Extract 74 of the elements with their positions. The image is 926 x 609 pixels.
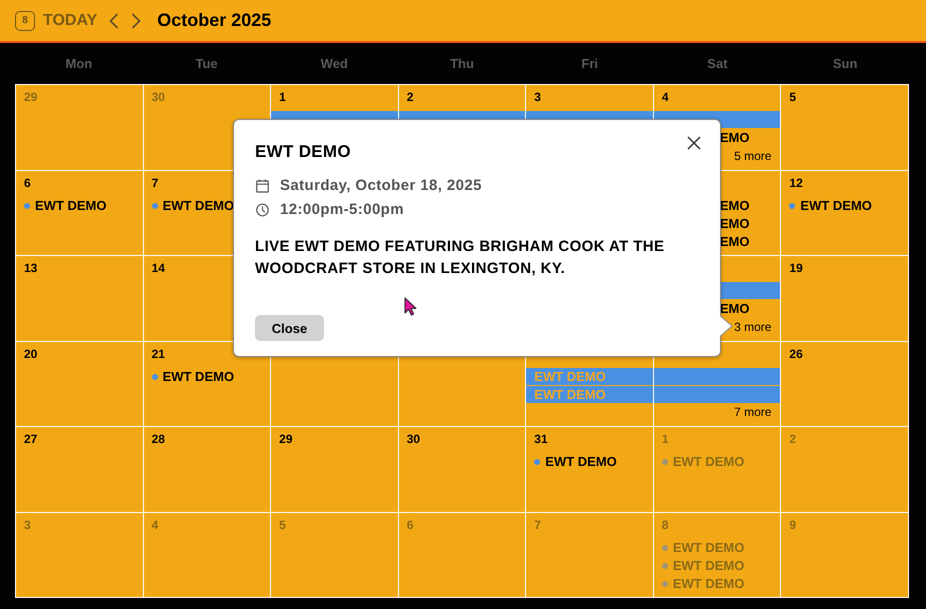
event-dot-icon: [662, 580, 668, 586]
date-badge: 8: [15, 10, 35, 30]
day-number: 21: [152, 346, 165, 360]
event-title[interactable]: EWT DEMO: [35, 198, 106, 214]
next-button[interactable]: [129, 10, 144, 30]
event-title[interactable]: EMO: [720, 198, 750, 214]
weekday-label: Mon: [65, 56, 92, 71]
day-number: 5: [789, 90, 796, 104]
day-number: 6: [24, 176, 31, 190]
mouse-cursor-icon: [404, 297, 417, 316]
event-title[interactable]: EMO: [720, 234, 750, 250]
event-title[interactable]: EWT DEMO: [162, 368, 234, 384]
event-dot-icon: [152, 202, 158, 208]
day-number: 2: [406, 90, 414, 104]
chevron-right-icon: [131, 12, 142, 28]
day-number: 7: [152, 176, 158, 190]
event-time: 12:00pm-5:00pm: [280, 201, 404, 219]
weekday-label: Thu: [450, 56, 474, 71]
event-dot-icon: [662, 459, 668, 465]
event-title[interactable]: EWT DEMO: [545, 454, 617, 470]
day-number: 7: [534, 518, 541, 532]
day-number: 29: [279, 432, 292, 446]
day-number: 5: [279, 518, 286, 532]
day-number: 6: [406, 518, 414, 532]
weekday-label: Sun: [832, 56, 858, 71]
weekday-label: Tue: [195, 56, 218, 71]
event-dot-icon: [662, 562, 668, 568]
event-dot-icon: [789, 202, 796, 208]
day-number: 4: [662, 90, 669, 104]
day-number: 30: [152, 90, 165, 104]
weekday-label: Sat: [707, 56, 728, 71]
event-title[interactable]: EWT DEMO: [800, 198, 872, 214]
event-date: Saturday, October 18, 2025: [280, 177, 482, 195]
weekday-label: Fri: [581, 56, 598, 71]
month-title: October 2025: [157, 10, 272, 31]
event-title[interactable]: EMO: [720, 216, 750, 232]
day-number: 9: [789, 518, 796, 532]
day-number: 30: [406, 432, 420, 446]
day-number: 26: [789, 346, 803, 360]
event-title[interactable]: EMO: [720, 130, 750, 146]
day-number: 1: [662, 432, 669, 446]
popover-close-button[interactable]: [686, 135, 702, 151]
day-number: 13: [24, 261, 38, 275]
event-dot-icon: [152, 374, 158, 380]
day-number: 19: [789, 261, 803, 275]
close-icon: [687, 136, 701, 150]
more-link[interactable]: 7 more: [734, 405, 772, 420]
day-number: 8: [662, 518, 669, 532]
event-dot-icon: [662, 544, 668, 550]
day-number: 29: [24, 90, 38, 104]
day-number: 20: [24, 346, 38, 360]
day-number: 14: [152, 261, 165, 275]
day-number: 4: [152, 518, 158, 532]
day-number: 3: [534, 90, 541, 104]
day-number: 1: [279, 90, 286, 104]
day-number: 27: [24, 432, 38, 446]
event-dot-icon: [24, 202, 30, 208]
weekday-label: Wed: [320, 56, 348, 71]
calendar-icon: [256, 179, 269, 193]
chevron-left-icon: [109, 12, 120, 28]
event-title[interactable]: EWT DEMO: [162, 198, 234, 214]
day-number: 31: [534, 432, 548, 446]
day-number: 3: [24, 518, 31, 532]
event-title[interactable]: EMO: [720, 301, 750, 317]
day-number: 28: [152, 432, 165, 446]
day-number: 2: [789, 432, 796, 446]
popover-title: EWT DEMO: [255, 141, 351, 163]
more-link[interactable]: 5 more: [734, 148, 772, 164]
event-dot-icon: [534, 459, 540, 465]
more-link[interactable]: 3 more: [734, 320, 772, 334]
day-number: 12: [789, 176, 803, 190]
event-description: LIVE EWT DEMO FEATURING BRIGHAM COOK AT THE WOODCRAFT STORE IN LEXINGTON, KY.: [255, 237, 666, 279]
close-button[interactable]: Close: [255, 315, 324, 341]
clock-icon: [256, 203, 269, 217]
